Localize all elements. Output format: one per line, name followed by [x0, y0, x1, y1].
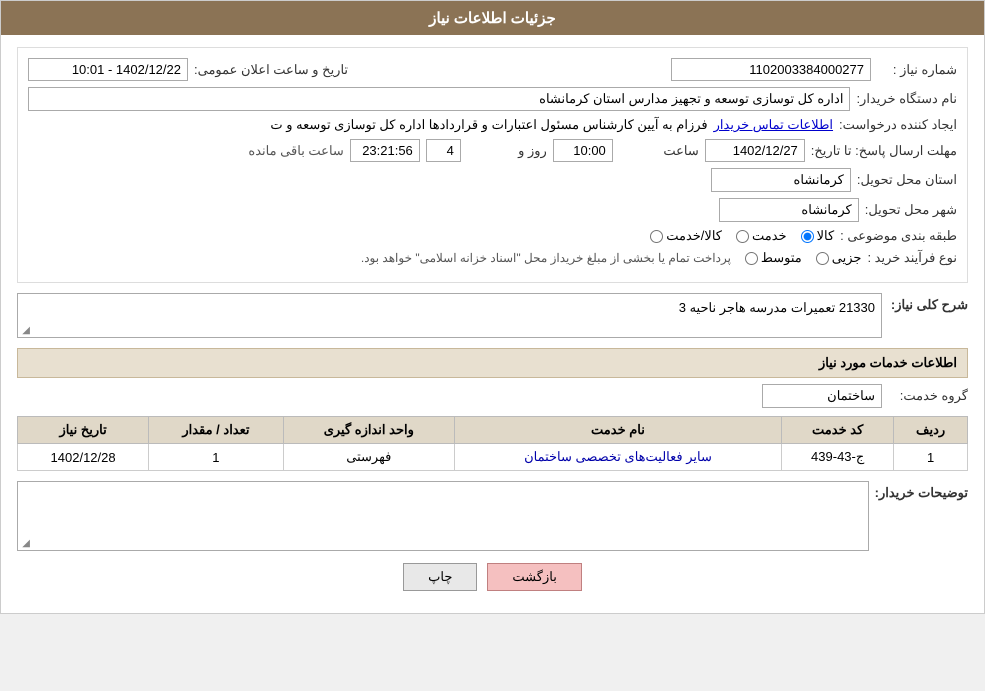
need-desc-value: 21330 تعمیرات مدرسه هاجر ناحیه 3 — [679, 300, 875, 315]
process-row: نوع فرآیند خرید : پرداخت تمام یا بخشی از… — [28, 250, 957, 266]
services-table-container: ردیف کد خدمت نام خدمت واحد اندازه گیری ت… — [17, 416, 968, 471]
need-desc-label: شرح کلی نیاز: — [888, 293, 968, 313]
category-label-kala: کالا — [817, 228, 835, 244]
process-option-jozi[interactable]: جزیی — [816, 250, 862, 266]
deadline-days-label: روز و — [467, 143, 547, 159]
col-unit: واحد اندازه گیری — [283, 417, 454, 444]
announcement-label: تاریخ و ساعت اعلان عمومی: — [194, 62, 348, 78]
col-date: تاریخ نیاز — [18, 417, 149, 444]
buyer-notes-box[interactable]: ◢ — [17, 481, 869, 551]
col-service-code: کد خدمت — [782, 417, 894, 444]
category-row: طبقه بندی موضوعی : کالا/خدمت خدمت کالا — [28, 228, 957, 244]
process-radio-group: پرداخت تمام یا بخشی از مبلغ خریداز محل "… — [28, 250, 861, 266]
service-group-row: گروه خدمت: ساختمان — [17, 384, 968, 408]
services-section-title: اطلاعات خدمات مورد نیاز — [17, 348, 968, 378]
process-label-jozi: جزیی — [832, 250, 862, 266]
process-option-motavaset[interactable]: متوسط — [745, 250, 802, 266]
col-row-num: ردیف — [894, 417, 968, 444]
cell-row-num: 1 — [894, 444, 968, 471]
category-label: طبقه بندی موضوعی : — [840, 228, 957, 244]
table-header-row: ردیف کد خدمت نام خدمت واحد اندازه گیری ت… — [18, 417, 968, 444]
process-label-motavaset: متوسط — [761, 250, 802, 266]
category-radio-group: کالا/خدمت خدمت کالا — [650, 228, 834, 244]
page-title: جزئیات اطلاعات نیاز — [429, 10, 556, 27]
creator-value: فرزام به آیین کارشناس مسئول اعتبارات و ق… — [28, 117, 708, 133]
col-service-name: نام خدمت — [454, 417, 781, 444]
deadline-clock: 23:21:56 — [350, 139, 420, 162]
notes-resize-handle: ◢ — [20, 538, 30, 548]
category-option-kala[interactable]: کالا — [801, 228, 835, 244]
category-option-kala-khedmat[interactable]: کالا/خدمت — [650, 228, 722, 244]
province-row: استان محل تحویل: کرمانشاه — [28, 168, 957, 192]
buyer-notes-label: توضیحات خریدار: — [875, 481, 968, 501]
deadline-remaining: ساعت باقی مانده — [248, 143, 343, 159]
province-value: کرمانشاه — [711, 168, 851, 192]
process-radio-motavaset[interactable] — [745, 252, 758, 265]
need-number-label: شماره نیاز : — [877, 62, 957, 78]
need-desc-row: شرح کلی نیاز: 21330 تعمیرات مدرسه هاجر ن… — [17, 293, 968, 338]
process-radio-jozi[interactable] — [816, 252, 829, 265]
deadline-days: 4 — [426, 139, 461, 162]
deadline-time: 10:00 — [553, 139, 613, 162]
announcement-value: 1402/12/22 - 10:01 — [28, 58, 188, 81]
city-label: شهر محل تحویل: — [865, 202, 957, 218]
print-button[interactable]: چاپ — [403, 563, 477, 591]
city-value: کرمانشاه — [719, 198, 859, 222]
need-number-value: 1102003384000277 — [671, 58, 871, 81]
cell-unit: فهرستی — [283, 444, 454, 471]
deadline-time-label: ساعت — [619, 143, 699, 159]
cell-service-name: سایر فعالیت‌های تخصصی ساختمان — [454, 444, 781, 471]
back-button[interactable]: بازگشت — [487, 563, 581, 591]
process-label: نوع فرآیند خرید : — [867, 250, 957, 266]
need-number-row: شماره نیاز : 1102003384000277 تاریخ و سا… — [28, 58, 957, 81]
table-row: 1 ج-43-439 سایر فعالیت‌های تخصصی ساختمان… — [18, 444, 968, 471]
cell-service-code: ج-43-439 — [782, 444, 894, 471]
process-note: پرداخت تمام یا بخشی از مبلغ خریداز محل "… — [28, 251, 731, 265]
deadline-row: مهلت ارسال پاسخ: تا تاریخ: 1402/12/27 سا… — [28, 139, 957, 162]
action-buttons: بازگشت چاپ — [17, 563, 968, 591]
page-header: جزئیات اطلاعات نیاز — [1, 1, 984, 35]
need-desc-box: 21330 تعمیرات مدرسه هاجر ناحیه 3 ◢ — [17, 293, 882, 338]
cell-quantity: 1 — [149, 444, 284, 471]
deadline-date: 1402/12/27 — [705, 139, 805, 162]
resize-handle: ◢ — [20, 325, 30, 335]
province-label: استان محل تحویل: — [857, 172, 957, 188]
deadline-label: مهلت ارسال پاسخ: تا تاریخ: — [811, 143, 957, 159]
info-section: شماره نیاز : 1102003384000277 تاریخ و سا… — [17, 47, 968, 283]
category-label-khedmat: خدمت — [752, 228, 787, 244]
buyer-org-label: نام دستگاه خریدار: — [856, 91, 957, 107]
category-radio-kala[interactable] — [801, 230, 814, 243]
creator-label: ایجاد کننده درخواست: — [839, 117, 957, 133]
category-radio-khedmat[interactable] — [736, 230, 749, 243]
service-group-value: ساختمان — [762, 384, 882, 408]
city-row: شهر محل تحویل: کرمانشاه — [28, 198, 957, 222]
service-group-label: گروه خدمت: — [888, 388, 968, 404]
category-radio-kala-khedmat[interactable] — [650, 230, 663, 243]
buyer-org-row: نام دستگاه خریدار: اداره کل توسازی توسعه… — [28, 87, 957, 111]
buyer-notes-row: توضیحات خریدار: ◢ — [17, 481, 968, 551]
col-quantity: تعداد / مقدار — [149, 417, 284, 444]
creator-row: ایجاد کننده درخواست: اطلاعات تماس خریدار… — [28, 117, 957, 133]
category-option-khedmat[interactable]: خدمت — [736, 228, 787, 244]
creator-contact-link[interactable]: اطلاعات تماس خریدار — [714, 117, 833, 133]
services-table: ردیف کد خدمت نام خدمت واحد اندازه گیری ت… — [17, 416, 968, 471]
category-label-kala-khedmat: کالا/خدمت — [666, 228, 722, 244]
cell-date: 1402/12/28 — [18, 444, 149, 471]
buyer-org-value: اداره کل توسازی توسعه و تجهیز مدارس استا… — [28, 87, 850, 111]
